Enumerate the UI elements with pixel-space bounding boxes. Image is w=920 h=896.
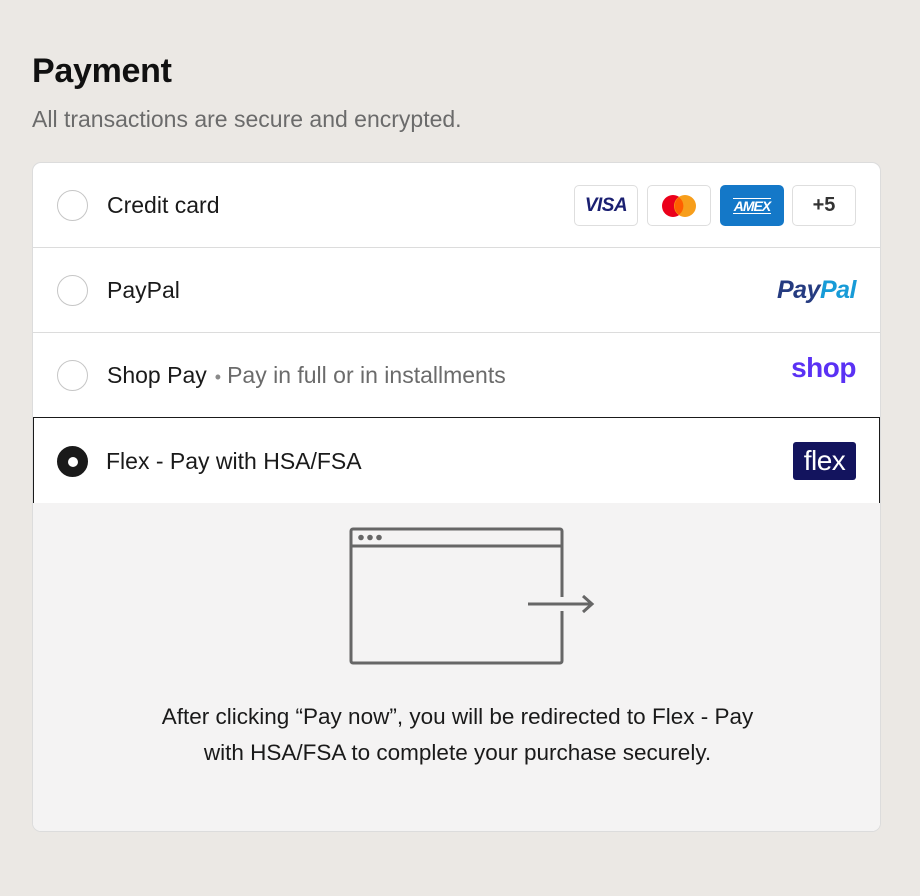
payment-methods-panel: Credit card VISA AMEX +5 PayPal PayPal S… bbox=[32, 162, 881, 832]
page-title: Payment bbox=[32, 52, 172, 90]
amex-badge-text: AMEX bbox=[732, 197, 771, 214]
payment-option-flex[interactable]: Flex - Pay with HSA/FSA flex bbox=[33, 417, 880, 505]
mastercard-icon bbox=[647, 185, 711, 226]
more-cards-badge: +5 bbox=[792, 185, 856, 226]
paypal-logo-pay: Pay bbox=[776, 276, 820, 304]
option-label-flex: Flex - Pay with HSA/FSA bbox=[106, 448, 362, 474]
payment-option-shop-pay[interactable]: Shop Pay • Pay in full or in installments … bbox=[33, 333, 880, 418]
payment-option-paypal[interactable]: PayPal PayPal bbox=[33, 248, 880, 333]
shop-logo: shop bbox=[791, 352, 856, 383]
shop-pay-title: Shop Pay bbox=[107, 362, 207, 388]
option-label-shop-pay: Shop Pay • Pay in full or in installments bbox=[107, 362, 506, 389]
paypal-logo: PayPal bbox=[776, 276, 857, 305]
shop-pay-sublabel: Pay in full or in installments bbox=[227, 362, 506, 388]
payment-option-credit-card[interactable]: Credit card VISA AMEX +5 bbox=[33, 163, 880, 248]
radio-shop-pay[interactable] bbox=[57, 360, 88, 391]
visa-icon: VISA bbox=[574, 185, 638, 226]
radio-credit-card[interactable] bbox=[57, 190, 88, 221]
flex-redirect-details: After clicking “Pay now”, you will be re… bbox=[33, 503, 880, 831]
mastercard-logo bbox=[662, 194, 696, 217]
shop-pay-separator: • bbox=[214, 367, 222, 387]
more-cards-count: +5 bbox=[812, 194, 836, 216]
visa-badge-text: VISA bbox=[584, 194, 628, 216]
browser-redirect-icon bbox=[349, 527, 595, 665]
option-label-paypal: PayPal bbox=[107, 277, 180, 303]
radio-flex[interactable] bbox=[57, 446, 88, 477]
amex-icon: AMEX bbox=[720, 185, 784, 226]
flex-logo: flex bbox=[793, 442, 856, 480]
redirect-message: After clicking “Pay now”, you will be re… bbox=[161, 704, 754, 765]
radio-paypal[interactable] bbox=[57, 275, 88, 306]
paypal-logo-pal: Pal bbox=[819, 276, 857, 304]
page-subtitle: All transactions are secure and encrypte… bbox=[32, 106, 462, 132]
option-label-credit-card: Credit card bbox=[107, 192, 220, 218]
